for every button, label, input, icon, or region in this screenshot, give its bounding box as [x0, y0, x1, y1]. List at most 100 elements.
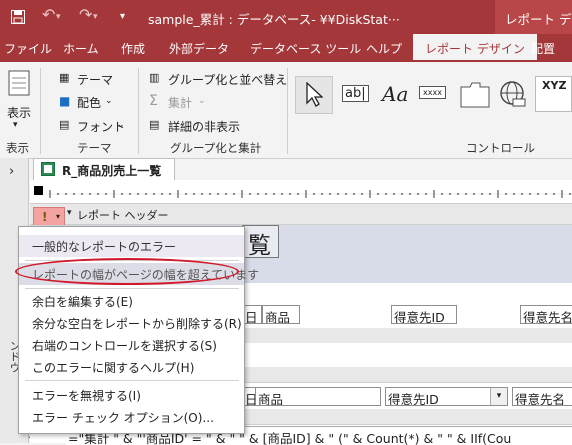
group-sort-button[interactable]: グループ化と並べ替え	[168, 71, 287, 88]
ruler-tick	[217, 193, 219, 195]
totals-button[interactable]: 集計	[168, 94, 192, 111]
ribbon: 表示 ▾ 表示 ▦ テーマ ■ 配色 ⌄ ▤ フォント ⌄ テーマ ▥ グループ…	[0, 62, 572, 159]
document-tab-title: R_商品別売上一覧	[62, 164, 162, 178]
button-tool[interactable]: xxxx	[419, 76, 453, 114]
menu-item-ignore-error[interactable]: エラーを無視する(I)	[19, 384, 244, 406]
chart-tool[interactable]: XYZ	[535, 76, 572, 112]
detail-field[interactable]: 商品	[255, 387, 381, 406]
ruler-tick	[81, 193, 83, 195]
label-icon: Aa	[382, 82, 409, 106]
ruler-tick	[65, 193, 67, 195]
colors-dropdown-icon[interactable]: ⌄	[105, 96, 113, 106]
hide-details-button[interactable]: 詳細の非表示	[168, 118, 240, 135]
page-header-field[interactable]: 得意先名	[520, 305, 572, 324]
totals-dropdown-icon[interactable]: ⌄	[198, 96, 206, 106]
group-label-controls: コントロール	[466, 141, 535, 155]
tab-external-data[interactable]: 外部データ	[169, 40, 229, 57]
chart-icon: XYZ	[542, 79, 567, 92]
menu-item-help-on-error[interactable]: このエラーに関するヘルプ(H)	[19, 356, 244, 378]
ruler-tick	[425, 193, 427, 195]
page-header-field[interactable]: 得意先ID	[391, 305, 457, 324]
report-title-label[interactable]: 覧	[242, 225, 279, 259]
themes-button[interactable]: テーマ	[77, 71, 113, 88]
tab-create[interactable]: 作成	[121, 40, 145, 57]
view-dropdown-icon[interactable]: ▾	[13, 120, 18, 130]
detail-field[interactable]: 得意先名	[512, 387, 572, 406]
document-tab[interactable]: R_商品別売上一覧	[33, 158, 175, 181]
title-bar: ↶ ▾ ↷ ▾ ▾ sample_累計 : データベース- ¥¥DiskStat…	[0, 0, 572, 34]
view-icon[interactable]	[8, 70, 30, 96]
colors-button[interactable]: 配色	[77, 94, 101, 111]
ruler-tick	[473, 193, 475, 195]
ruler-tick	[169, 193, 171, 195]
tab-help[interactable]: ヘルプ	[366, 40, 402, 57]
ruler-tick	[249, 193, 251, 195]
textbox-tool[interactable]: ab|	[339, 76, 371, 114]
ruler-tick	[273, 193, 275, 195]
ruler-tick	[553, 193, 555, 195]
report-selector[interactable]	[34, 186, 43, 195]
group-label-view: 表示	[6, 141, 29, 155]
menu-item-remove-extra-space[interactable]: 余分な空白をレポートから削除する(R)	[19, 312, 244, 334]
tab-database-tools[interactable]: データベース ツール	[250, 40, 361, 57]
group-separator	[287, 68, 288, 154]
ribbon-tabs: ファイル ホーム 作成 外部データ データベース ツール ヘルプ レポート デザ…	[0, 34, 572, 62]
ruler-tick	[505, 193, 507, 195]
label-tool[interactable]: Aa	[378, 76, 414, 114]
detail-combobox[interactable]: 得意先ID ▾	[385, 387, 508, 406]
ruler-tick	[153, 193, 155, 195]
tab-arrange[interactable]: 配置	[531, 40, 555, 57]
ruler-tick	[529, 193, 531, 195]
combobox-dropdown-icon[interactable]: ▾	[490, 388, 507, 405]
ruler-tick	[201, 193, 203, 195]
themes-icon: ▦	[59, 71, 70, 84]
undo-icon[interactable]: ↶	[42, 5, 55, 24]
dropdown-arrow-icon: ▾	[56, 212, 61, 221]
contextual-title: レポート デザイ	[505, 12, 572, 27]
hyperlink-icon[interactable]	[499, 80, 527, 110]
ruler-tick	[409, 193, 411, 195]
ruler-tick	[209, 193, 211, 195]
ruler-tick	[137, 193, 139, 195]
ruler-tick	[185, 193, 187, 195]
menu-item-error-check-options[interactable]: エラー チェック オプション(O)...	[19, 406, 244, 428]
select-tool[interactable]	[295, 76, 333, 114]
menu-separator	[25, 380, 239, 381]
redo-icon[interactable]: ↷	[79, 5, 92, 24]
menu-item-select-rightmost-control[interactable]: 右端のコントロールを選択する(S)	[19, 334, 244, 356]
ruler-tick	[545, 193, 547, 195]
view-button[interactable]: 表示	[7, 104, 31, 121]
save-icon[interactable]	[11, 10, 25, 24]
undo-dropdown-icon[interactable]: ▾	[56, 12, 61, 22]
section-arrow-icon: ▾	[67, 208, 72, 218]
chevron-right-icon[interactable]: ›	[9, 164, 14, 179]
colors-icon: ■	[59, 94, 71, 108]
quick-access-customize-icon[interactable]: ▾	[120, 11, 125, 22]
tab-control-icon[interactable]	[460, 82, 490, 108]
page-header-field[interactable]: 商品	[262, 305, 300, 324]
tab-home[interactable]: ホーム	[63, 40, 99, 57]
fonts-icon: ▤	[59, 118, 70, 131]
tab-report-design[interactable]: レポート デザイン	[413, 34, 537, 62]
menu-item-edit-margins[interactable]: 余白を編集する(E)	[19, 290, 244, 312]
ruler-tick	[465, 193, 467, 195]
group-label-grouping: グループ化と集計	[170, 141, 262, 155]
detail-combobox-value: 得意先ID	[388, 392, 439, 406]
hide-details-icon: ▤	[149, 118, 160, 131]
ruler-tick	[361, 193, 363, 195]
window-title: sample_累計 : データベース- ¥¥DiskStat···	[148, 12, 400, 27]
ruler-tick	[313, 193, 315, 195]
report-title-text: 覧	[248, 233, 271, 259]
highlight-oval	[15, 258, 239, 285]
ruler-tick	[457, 193, 459, 195]
horizontal-ruler	[30, 183, 572, 204]
page-header-field[interactable]: 日	[242, 305, 262, 324]
ruler-tick	[329, 193, 331, 195]
error-indicator-button[interactable]: ! ▾	[33, 207, 65, 227]
report-header-section-bar[interactable]: ▾ レポート ヘッダー	[30, 204, 572, 225]
redo-dropdown-icon[interactable]: ▾	[93, 12, 98, 22]
report-icon	[41, 162, 55, 176]
fonts-dropdown-icon[interactable]: ⌄	[117, 120, 125, 130]
tab-file[interactable]: ファイル	[4, 40, 52, 57]
ruler-tick	[345, 193, 347, 195]
